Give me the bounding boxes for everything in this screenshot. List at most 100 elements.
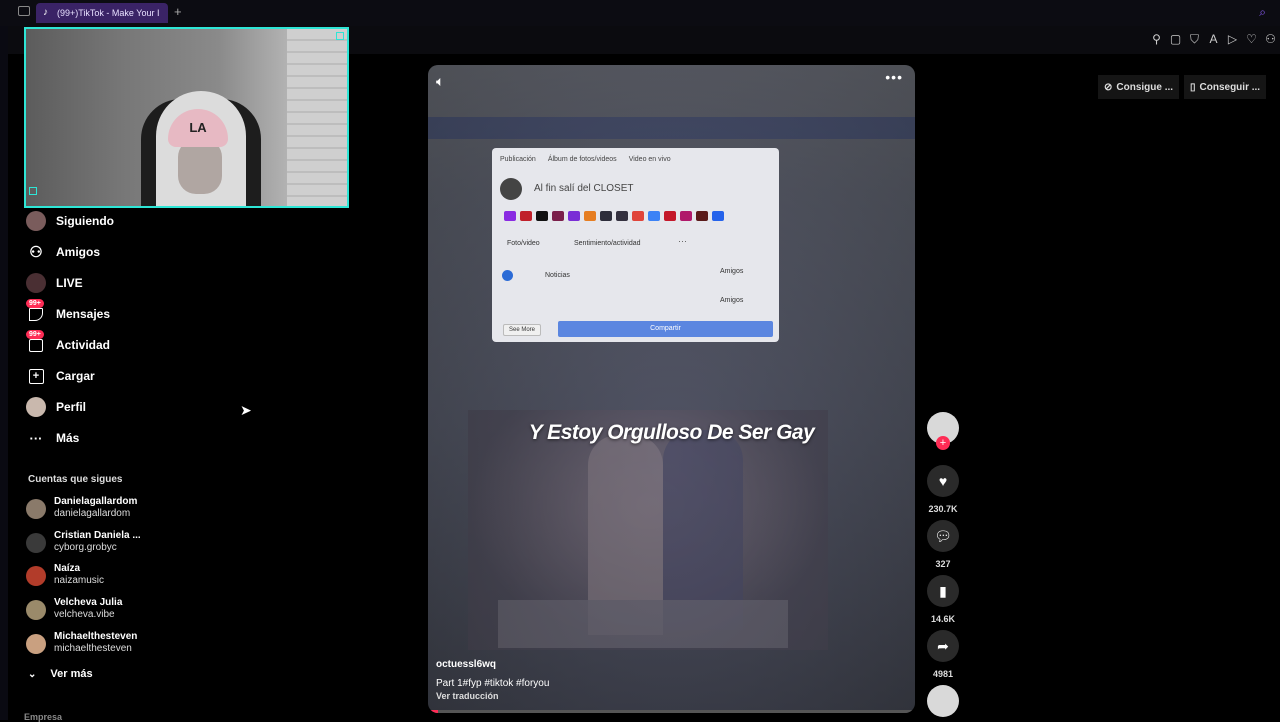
swatch	[632, 211, 644, 221]
get-app-button[interactable]: ▯ Conseguir ...	[1184, 75, 1267, 99]
heart-icon: ♥	[927, 465, 959, 497]
tab-search-icon[interactable]: ⌕	[1259, 5, 1266, 20]
heart-icon[interactable]: ♡	[1242, 32, 1261, 46]
follow-plus-icon[interactable]: +	[936, 436, 950, 450]
swatch	[600, 211, 612, 221]
account-name: Cristian Daniela ...	[54, 530, 141, 541]
sidebar-item-live[interactable]: LIVE	[22, 270, 83, 296]
see-more-label: Ver más	[50, 668, 93, 680]
new-tab-button[interactable]: +	[174, 4, 182, 19]
volume-icon[interactable]: 🔈︎	[436, 73, 444, 90]
avatar	[26, 634, 46, 654]
screenshot-icon[interactable]: ▢	[1166, 32, 1185, 46]
followed-account[interactable]: Cristian Daniela ... cyborg.grobyc	[26, 529, 176, 559]
video-author[interactable]: octuessl6wq	[436, 659, 496, 670]
video-progress-bar[interactable]	[428, 710, 915, 713]
followed-account[interactable]: Danielagallardom danielagallardom	[26, 495, 176, 525]
comment-button[interactable]: 💬︎ 327	[927, 520, 959, 569]
avatar: +	[927, 412, 959, 450]
following-avatar-icon	[26, 211, 46, 231]
account-handle: naizamusic	[54, 575, 105, 586]
swatch	[536, 211, 548, 221]
browser-tab-bar: ♪ (99+)TikTok - Make Your I + ⌕	[0, 0, 1280, 26]
swatch	[584, 211, 596, 221]
window-blinds	[287, 29, 347, 206]
sidebar-item-label: Mensajes	[56, 307, 111, 321]
pin-icon[interactable]: ⚲	[1147, 32, 1166, 46]
see-translation-link[interactable]: Ver traducción	[436, 691, 499, 701]
shield-icon[interactable]: ⛉	[1185, 32, 1204, 46]
profile-icon[interactable]: ⚇	[1261, 32, 1280, 46]
sidebar-item-amigos[interactable]: ⚇ Amigos	[22, 239, 100, 265]
sidebar-item-perfil[interactable]: Perfil	[22, 394, 86, 420]
feeling-option: Sentimiento/actividad	[574, 240, 641, 247]
followed-account[interactable]: Velcheva Julia velcheva.vibe	[26, 596, 176, 626]
avatar	[26, 499, 46, 519]
swatch	[504, 211, 516, 221]
dialog-tab: Álbum de fotos/videos	[547, 156, 617, 163]
left-sidebar-strip	[0, 26, 8, 720]
avatar	[26, 566, 46, 586]
like-count: 230.7K	[928, 504, 958, 514]
sidebar-item-actividad[interactable]: 99+ Actividad	[22, 330, 111, 358]
account-name: Michaelthesteven	[54, 631, 138, 642]
sidebar-item-label: Más	[56, 431, 80, 445]
account-handle: velcheva.vibe	[54, 609, 115, 620]
save-button[interactable]: ▮ 14.6K	[927, 575, 959, 624]
sidebar-item-label: Siguiendo	[56, 214, 114, 228]
comment-icon: 💬︎	[927, 520, 959, 552]
browser-tab-tiktok[interactable]: ♪ (99+)TikTok - Make Your I	[36, 3, 168, 23]
sidebar-item-label: LIVE	[56, 276, 83, 290]
like-button[interactable]: ♥ 230.7K	[927, 465, 959, 514]
window-menu-icon[interactable]	[18, 6, 30, 16]
see-more-accounts-button[interactable]: ⌄ Ver más	[28, 668, 93, 680]
share-count: 4981	[932, 669, 954, 679]
webcam-overlay: LA	[24, 27, 349, 208]
get-app-label: Conseguir ...	[1199, 81, 1261, 93]
sidebar-item-label: Amigos	[56, 245, 101, 259]
sidebar-item-label: Actividad	[56, 338, 111, 352]
dialog-tab: Video en vivo	[628, 156, 671, 163]
creator-avatar[interactable]: +	[927, 412, 959, 450]
mouse-cursor-icon: ➤	[240, 402, 252, 418]
sidebar-item-cargar[interactable]: + Cargar	[22, 363, 95, 389]
send-icon[interactable]: ▷	[1223, 32, 1242, 46]
video-player[interactable]: Publicación Álbum de fotos/videos Video …	[428, 65, 915, 713]
avatar	[927, 685, 959, 717]
comment-count: 327	[935, 559, 951, 569]
video-caption: Y Estoy Orgulloso De Ser Gay	[528, 421, 815, 444]
tiktok-icon: ♪	[43, 7, 48, 18]
more-options-icon: ···	[678, 236, 687, 246]
avatar	[500, 178, 522, 200]
sidebar-item-siguiendo[interactable]: Siguiendo	[22, 208, 114, 234]
get-coins-button[interactable]: ⊘ Consigue ...	[1098, 75, 1180, 99]
tab-title: (99+)TikTok - Make Your I	[57, 8, 160, 18]
chevron-down-icon: ⌄	[28, 668, 37, 680]
share-icon: ➦	[927, 630, 959, 662]
footer-company[interactable]: Empresa	[24, 712, 62, 722]
followed-account[interactable]: Naíza naizamusic	[26, 562, 176, 592]
sidebar-item-mensajes[interactable]: 99+ Mensajes	[22, 299, 111, 327]
share-button[interactable]: ➦ 4981	[927, 630, 959, 679]
swatch	[568, 211, 580, 221]
followed-account[interactable]: Michaelthesteven michaelthesteven	[26, 630, 176, 660]
more-icon: ···	[29, 430, 43, 446]
audience-select: Amigos	[720, 268, 744, 275]
sidebar-item-mas[interactable]: ··· Más	[22, 425, 80, 451]
sound-avatar[interactable]	[927, 685, 959, 717]
video-description: Part 1#fyp #tiktok #foryou	[436, 678, 550, 689]
account-handle: michaelthesteven	[54, 643, 132, 654]
sidebar-item-label: Perfil	[56, 400, 87, 414]
sidebar-item-label: Cargar	[56, 369, 95, 383]
check-icon	[502, 270, 513, 281]
account-name: Naíza	[54, 563, 81, 574]
dialog-tab: Publicación	[500, 156, 536, 163]
see-more-button: See More	[503, 324, 542, 336]
swatch	[712, 211, 724, 221]
avatar	[26, 600, 46, 620]
swatch	[648, 211, 660, 221]
swatch	[696, 211, 708, 221]
translate-icon[interactable]: A	[1204, 32, 1223, 46]
share-button: Compartir	[558, 321, 773, 337]
more-options-icon[interactable]: •••	[885, 69, 903, 85]
